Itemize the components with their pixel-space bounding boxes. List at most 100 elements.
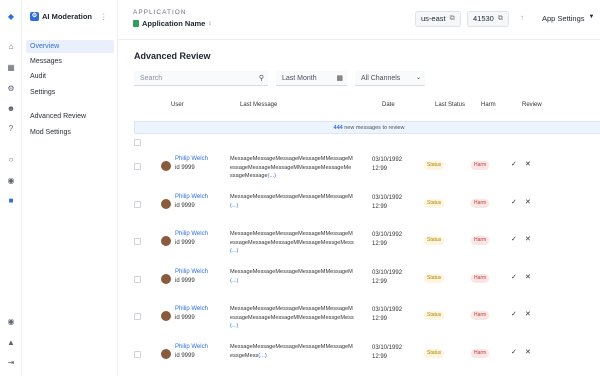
search-input[interactable]: Search ⚲: [134, 71, 268, 86]
row-checkbox[interactable]: [134, 351, 141, 358]
users-icon[interactable]: ☻: [6, 104, 16, 114]
user-name-link[interactable]: Philip Welch: [175, 231, 208, 237]
logout-icon[interactable]: ⇥: [6, 358, 16, 368]
sidebar-item-settings[interactable]: Settings: [26, 86, 114, 99]
sidebar-title: AI Moderation: [42, 12, 92, 21]
table-row[interactable]: Philip Welch id 9999 MessageMessageMessage…: [134, 303, 600, 341]
bell-icon[interactable]: ○: [6, 155, 16, 165]
user-id: id 9999: [175, 353, 195, 359]
status-badge: Status: [424, 199, 445, 208]
icon-rail: ◆ ⌂ ▦ ⚙ ☻ ? ○ ◉ ■ ◉ ▲ ⇥: [0, 0, 22, 376]
page-title: Advanced Review: [134, 51, 211, 61]
message-text: MessageMessageMessageMessageMMessageM: [230, 269, 353, 275]
sidebar-brand[interactable]: ⚙ AI Moderation ⋮: [30, 12, 108, 21]
search-icon: ⚲: [258, 75, 264, 82]
sidebar-item-overview[interactable]: Overview: [26, 40, 114, 53]
channel-filter[interactable]: All Channels ⌄: [355, 71, 425, 86]
org-icon[interactable]: ⚙: [6, 84, 16, 94]
chevron-down-icon: ▼: [588, 14, 595, 20]
app-settings-dropdown[interactable]: App Settings ▼: [542, 14, 594, 23]
message-date: 03/10/1992: [372, 232, 403, 238]
reject-icon[interactable]: ✕: [525, 348, 531, 356]
more-link[interactable]: (...): [230, 278, 238, 284]
status-badge: Status: [424, 161, 445, 170]
approve-icon[interactable]: ✓: [511, 198, 517, 206]
date-filter[interactable]: Last Month ▦: [276, 71, 347, 86]
region-chip[interactable]: us-east ⧉: [415, 11, 461, 27]
message-date: 03/10/1992: [372, 157, 403, 163]
sidebar-item-advanced-review[interactable]: Advanced Review: [26, 110, 114, 123]
row-checkbox[interactable]: [134, 163, 141, 170]
grid-icon[interactable]: ▦: [6, 63, 16, 73]
table-row[interactable]: Philip Welch id 9999 MessageMessageMessage…: [134, 153, 600, 191]
more-link[interactable]: (...): [268, 173, 276, 179]
harm-badge: Harm: [471, 236, 490, 245]
user-id: id 9999: [175, 203, 195, 209]
row-checkbox[interactable]: [134, 276, 141, 283]
user-circle-icon[interactable]: ◉: [6, 317, 16, 327]
shield-icon[interactable]: ■: [6, 196, 16, 206]
message-time: 12:99: [372, 354, 388, 360]
row-checkbox[interactable]: [134, 313, 141, 320]
reject-icon[interactable]: ✕: [525, 310, 531, 318]
globe-icon[interactable]: ◉: [6, 176, 16, 186]
reject-icon[interactable]: ✕: [525, 198, 531, 206]
top-bar: APPLICATION Application Name ↕ us-east ⧉…: [118, 0, 600, 40]
select-all-checkbox[interactable]: [134, 139, 141, 146]
pin-icon[interactable]: ↑: [520, 13, 524, 22]
help-icon[interactable]: ?: [6, 124, 16, 134]
kebab-icon[interactable]: ⋮: [100, 12, 108, 21]
user-id: id 9999: [175, 240, 195, 246]
message-preview: MessageMessageMessageMessageMMessageMess…: [230, 155, 354, 181]
more-link[interactable]: (...): [230, 203, 238, 209]
table-row[interactable]: Philip Welch id 9999 MessageMessageMessage…: [134, 266, 600, 304]
user-name-link[interactable]: Philip Welch: [175, 269, 208, 275]
row-checkbox[interactable]: [134, 238, 141, 245]
more-link[interactable]: (...): [258, 353, 266, 359]
approve-icon[interactable]: ✓: [511, 235, 517, 243]
reject-icon[interactable]: ✕: [525, 273, 531, 281]
message-preview: MessageMessageMessageMessageMMessageMess…: [230, 305, 354, 331]
application-label: APPLICATION: [133, 9, 187, 16]
message-preview: MessageMessageMessageMessageMMessageM (..…: [230, 193, 354, 210]
user-id: id 9999: [175, 165, 195, 171]
logo-icon[interactable]: ◆: [6, 12, 16, 22]
copy-icon[interactable]: ⧉: [498, 12, 503, 26]
sidebar-item-mod-settings[interactable]: Mod Settings: [26, 126, 114, 139]
more-link[interactable]: (...): [230, 323, 238, 329]
message-text: MessageMessageMessageMessageMMessageMess…: [230, 231, 354, 246]
harm-badge: Harm: [471, 161, 490, 170]
approve-icon[interactable]: ✓: [511, 348, 517, 356]
chevron-updown-icon: ↕: [208, 20, 212, 27]
avatar: [161, 274, 171, 284]
user-name-link[interactable]: Philip Welch: [175, 306, 208, 312]
alert-icon[interactable]: ▲: [6, 338, 16, 348]
more-link[interactable]: (...): [230, 248, 238, 254]
lock-icon: [133, 20, 139, 27]
app-selector[interactable]: Application Name ↕: [133, 19, 211, 28]
row-checkbox[interactable]: [134, 201, 141, 208]
copy-icon[interactable]: ⧉: [450, 12, 455, 26]
id-chip[interactable]: 41530 ⧉: [467, 11, 509, 27]
approve-icon[interactable]: ✓: [511, 273, 517, 281]
sidebar: ⚙ AI Moderation ⋮ Overview Messages Audi…: [22, 0, 118, 376]
message-date: 03/10/1992: [372, 345, 403, 351]
user-name-link[interactable]: Philip Welch: [175, 344, 208, 350]
home-icon[interactable]: ⌂: [6, 42, 16, 52]
table-row[interactable]: Philip Welch id 9999 MessageMessageMessage…: [134, 191, 600, 229]
reject-icon[interactable]: ✕: [525, 235, 531, 243]
message-date: 03/10/1992: [372, 195, 403, 201]
status-badge: Status: [424, 236, 445, 245]
table-row[interactable]: Philip Welch id 9999 MessageMessageMessage…: [134, 228, 600, 266]
new-messages-banner[interactable]: 444 new messages to review: [134, 121, 600, 134]
sidebar-item-messages[interactable]: Messages: [26, 55, 114, 68]
reject-icon[interactable]: ✕: [525, 160, 531, 168]
user-name-link[interactable]: Philip Welch: [175, 194, 208, 200]
user-name-link[interactable]: Philip Welch: [175, 156, 208, 162]
table-row[interactable]: Philip Welch id 9999 MessageMessageMessage…: [134, 341, 600, 379]
sidebar-item-audit[interactable]: Audit: [26, 70, 114, 83]
message-text: MessageMessageMessageMessageMMessageMess…: [230, 156, 353, 180]
approve-icon[interactable]: ✓: [511, 160, 517, 168]
approve-icon[interactable]: ✓: [511, 310, 517, 318]
app-name: Application Name: [142, 19, 206, 28]
